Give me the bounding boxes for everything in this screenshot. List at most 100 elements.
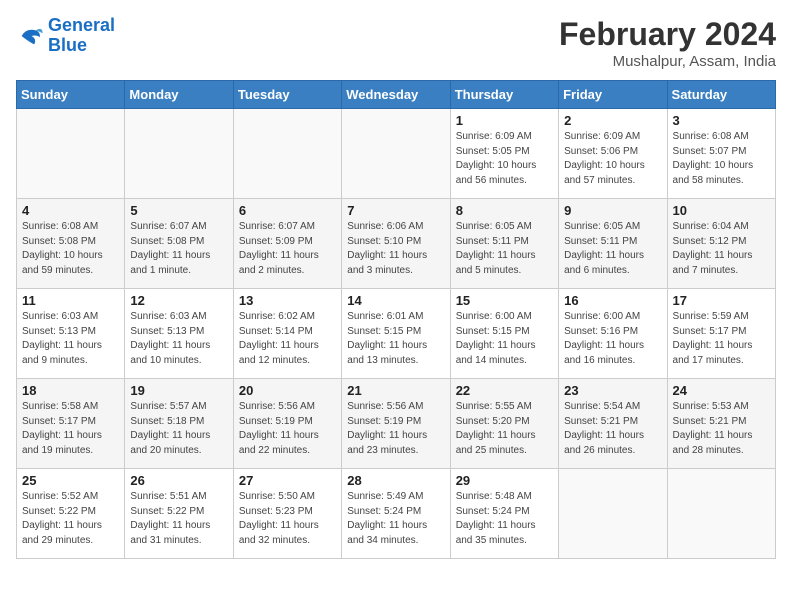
day-number: 8 — [456, 203, 553, 218]
day-info: Sunrise: 6:09 AMSunset: 5:05 PMDaylight:… — [456, 130, 553, 188]
calendar-cell: 18 Sunrise: 5:58 AMSunset: 5:17 PMDayligh… — [17, 379, 125, 469]
day-info: Sunrise: 6:05 AMSunset: 5:11 PMDaylight:… — [564, 220, 661, 278]
day-number: 28 — [347, 473, 444, 488]
day-info: Sunrise: 6:00 AMSunset: 5:16 PMDaylight:… — [564, 310, 661, 368]
day-info: Sunrise: 6:08 AMSunset: 5:07 PMDaylight:… — [673, 130, 770, 188]
day-number: 4 — [22, 203, 119, 218]
day-number: 3 — [673, 113, 770, 128]
day-info: Sunrise: 6:01 AMSunset: 5:15 PMDaylight:… — [347, 310, 444, 368]
title-area: February 2024 Mushalpur, Assam, India — [559, 16, 776, 70]
calendar-table: SundayMondayTuesdayWednesdayThursdayFrid… — [16, 80, 776, 559]
day-number: 12 — [130, 293, 227, 308]
calendar-cell — [233, 109, 341, 199]
day-number: 18 — [22, 383, 119, 398]
day-number: 27 — [239, 473, 336, 488]
day-number: 17 — [673, 293, 770, 308]
day-info: Sunrise: 6:04 AMSunset: 5:12 PMDaylight:… — [673, 220, 770, 278]
day-info: Sunrise: 6:03 AMSunset: 5:13 PMDaylight:… — [22, 310, 119, 368]
day-number: 16 — [564, 293, 661, 308]
calendar-cell — [559, 469, 667, 559]
calendar-week-5: 25 Sunrise: 5:52 AMSunset: 5:22 PMDayligh… — [17, 469, 776, 559]
calendar-cell: 15Sunrise: 6:00 AMSunset: 5:15 PMDayligh… — [450, 289, 558, 379]
day-number: 25 — [22, 473, 119, 488]
day-info: Sunrise: 6:00 AMSunset: 5:15 PMDaylight:… — [456, 310, 553, 368]
calendar-cell: 9Sunrise: 6:05 AMSunset: 5:11 PMDaylight… — [559, 199, 667, 289]
calendar-header-row: SundayMondayTuesdayWednesdayThursdayFrid… — [17, 81, 776, 109]
day-number: 10 — [673, 203, 770, 218]
header-monday: Monday — [125, 81, 233, 109]
header-tuesday: Tuesday — [233, 81, 341, 109]
header-wednesday: Wednesday — [342, 81, 450, 109]
calendar-cell: 6Sunrise: 6:07 AMSunset: 5:09 PMDaylight… — [233, 199, 341, 289]
calendar-cell: 3 Sunrise: 6:08 AMSunset: 5:07 PMDaylight… — [667, 109, 775, 199]
month-year-title: February 2024 — [559, 16, 776, 53]
day-number: 2 — [564, 113, 661, 128]
calendar-cell — [125, 109, 233, 199]
location-subtitle: Mushalpur, Assam, India — [559, 53, 776, 70]
day-number: 5 — [130, 203, 227, 218]
day-number: 22 — [456, 383, 553, 398]
calendar-cell: 27 Sunrise: 5:50 AMSunset: 5:23 PMDayligh… — [233, 469, 341, 559]
calendar-cell: 19Sunrise: 5:57 AMSunset: 5:18 PMDayligh… — [125, 379, 233, 469]
calendar-cell: 29Sunrise: 5:48 AMSunset: 5:24 PMDayligh… — [450, 469, 558, 559]
day-number: 14 — [347, 293, 444, 308]
calendar-cell: 10 Sunrise: 6:04 AMSunset: 5:12 PMDayligh… — [667, 199, 775, 289]
calendar-cell: 23 Sunrise: 5:54 AMSunset: 5:21 PMDayligh… — [559, 379, 667, 469]
header-thursday: Thursday — [450, 81, 558, 109]
calendar-cell: 5 Sunrise: 6:07 AMSunset: 5:08 PMDaylight… — [125, 199, 233, 289]
day-info: Sunrise: 5:58 AMSunset: 5:17 PMDaylight:… — [22, 400, 119, 458]
day-info: Sunrise: 6:03 AMSunset: 5:13 PMDaylight:… — [130, 310, 227, 368]
day-info: Sunrise: 5:48 AMSunset: 5:24 PMDaylight:… — [456, 490, 553, 548]
logo-icon — [16, 22, 44, 50]
calendar-week-3: 11 Sunrise: 6:03 AMSunset: 5:13 PMDayligh… — [17, 289, 776, 379]
day-info: Sunrise: 5:59 AMSunset: 5:17 PMDaylight:… — [673, 310, 770, 368]
day-info: Sunrise: 5:56 AMSunset: 5:19 PMDaylight:… — [347, 400, 444, 458]
day-info: Sunrise: 5:55 AMSunset: 5:20 PMDaylight:… — [456, 400, 553, 458]
day-number: 13 — [239, 293, 336, 308]
day-number: 24 — [673, 383, 770, 398]
calendar-cell: 13Sunrise: 6:02 AMSunset: 5:14 PMDayligh… — [233, 289, 341, 379]
calendar-cell: 14 Sunrise: 6:01 AMSunset: 5:15 PMDayligh… — [342, 289, 450, 379]
header-sunday: Sunday — [17, 81, 125, 109]
calendar-cell: 28 Sunrise: 5:49 AMSunset: 5:24 PMDayligh… — [342, 469, 450, 559]
day-number: 1 — [456, 113, 553, 128]
day-number: 20 — [239, 383, 336, 398]
day-info: Sunrise: 5:57 AMSunset: 5:18 PMDaylight:… — [130, 400, 227, 458]
calendar-cell: 24 Sunrise: 5:53 AMSunset: 5:21 PMDayligh… — [667, 379, 775, 469]
day-info: Sunrise: 5:50 AMSunset: 5:23 PMDaylight:… — [239, 490, 336, 548]
day-info: Sunrise: 6:06 AMSunset: 5:10 PMDaylight:… — [347, 220, 444, 278]
header: General Blue February 2024 Mushalpur, As… — [16, 16, 776, 70]
header-saturday: Saturday — [667, 81, 775, 109]
calendar-cell: 25 Sunrise: 5:52 AMSunset: 5:22 PMDayligh… — [17, 469, 125, 559]
calendar-cell: 17 Sunrise: 5:59 AMSunset: 5:17 PMDayligh… — [667, 289, 775, 379]
calendar-cell: 26Sunrise: 5:51 AMSunset: 5:22 PMDayligh… — [125, 469, 233, 559]
calendar-cell: 2 Sunrise: 6:09 AMSunset: 5:06 PMDaylight… — [559, 109, 667, 199]
calendar-cell: 4 Sunrise: 6:08 AMSunset: 5:08 PMDaylight… — [17, 199, 125, 289]
calendar-body: 1 Sunrise: 6:09 AMSunset: 5:05 PMDaylight… — [17, 109, 776, 559]
calendar-week-4: 18 Sunrise: 5:58 AMSunset: 5:17 PMDayligh… — [17, 379, 776, 469]
calendar-cell: 11 Sunrise: 6:03 AMSunset: 5:13 PMDayligh… — [17, 289, 125, 379]
header-friday: Friday — [559, 81, 667, 109]
day-info: Sunrise: 6:09 AMSunset: 5:06 PMDaylight:… — [564, 130, 661, 188]
day-info: Sunrise: 5:53 AMSunset: 5:21 PMDaylight:… — [673, 400, 770, 458]
day-info: Sunrise: 5:56 AMSunset: 5:19 PMDaylight:… — [239, 400, 336, 458]
day-number: 11 — [22, 293, 119, 308]
day-number: 26 — [130, 473, 227, 488]
calendar-cell: 21Sunrise: 5:56 AMSunset: 5:19 PMDayligh… — [342, 379, 450, 469]
day-number: 23 — [564, 383, 661, 398]
day-info: Sunrise: 5:54 AMSunset: 5:21 PMDaylight:… — [564, 400, 661, 458]
day-info: Sunrise: 6:08 AMSunset: 5:08 PMDaylight:… — [22, 220, 119, 278]
logo: General Blue — [16, 16, 115, 56]
calendar-cell: 8 Sunrise: 6:05 AMSunset: 5:11 PMDaylight… — [450, 199, 558, 289]
day-info: Sunrise: 6:05 AMSunset: 5:11 PMDaylight:… — [456, 220, 553, 278]
day-info: Sunrise: 5:52 AMSunset: 5:22 PMDaylight:… — [22, 490, 119, 548]
calendar-week-2: 4 Sunrise: 6:08 AMSunset: 5:08 PMDaylight… — [17, 199, 776, 289]
calendar-cell: 12 Sunrise: 6:03 AMSunset: 5:13 PMDayligh… — [125, 289, 233, 379]
calendar-cell: 7 Sunrise: 6:06 AMSunset: 5:10 PMDaylight… — [342, 199, 450, 289]
calendar-cell: 16 Sunrise: 6:00 AMSunset: 5:16 PMDayligh… — [559, 289, 667, 379]
day-info: Sunrise: 5:49 AMSunset: 5:24 PMDaylight:… — [347, 490, 444, 548]
day-number: 7 — [347, 203, 444, 218]
day-number: 6 — [239, 203, 336, 218]
day-info: Sunrise: 6:07 AMSunset: 5:08 PMDaylight:… — [130, 220, 227, 278]
calendar-cell: 22 Sunrise: 5:55 AMSunset: 5:20 PMDayligh… — [450, 379, 558, 469]
